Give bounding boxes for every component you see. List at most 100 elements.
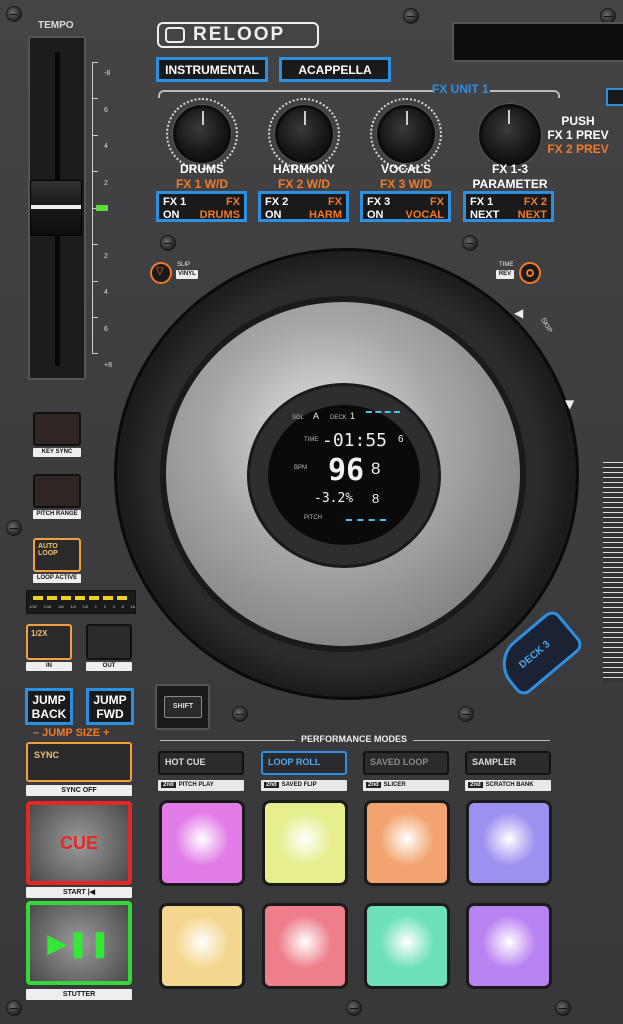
display-a: A: [313, 411, 320, 421]
performance-pad-5[interactable]: [159, 903, 245, 989]
vocals-label: VOCALS: [380, 162, 431, 176]
screw-icon: [346, 1000, 362, 1016]
display-pitch-range: 8: [372, 491, 380, 506]
time-label: TIME: [499, 262, 514, 268]
screw-icon: [6, 6, 22, 22]
key-sync-label: KEY SYNC: [33, 448, 81, 457]
harmony-sublabel: FX 2 W/D: [277, 177, 330, 191]
stutter-label: STUTTER: [26, 989, 132, 1000]
slip-button[interactable]: ▽: [150, 262, 172, 284]
drums-label: DRUMS: [180, 162, 224, 176]
cue-button[interactable]: CUE: [26, 801, 132, 885]
out-label: OUT: [86, 662, 132, 671]
loop-out-button[interactable]: [86, 624, 132, 660]
screw-icon: [6, 1000, 22, 1016]
performance-pad-2[interactable]: [262, 800, 348, 886]
tempo-fader-handle[interactable]: [30, 180, 82, 236]
in-label: IN: [26, 662, 72, 671]
sampler-button[interactable]: SAMPLER: [465, 751, 551, 775]
drums-knob[interactable]: [173, 105, 231, 163]
push-label: PUSH: [561, 114, 595, 128]
skip-arrow-icon: ◀: [514, 306, 524, 320]
performance-pad-6[interactable]: [262, 903, 348, 989]
fx2-on-button[interactable]: FX 2 ON FX HARM: [258, 191, 349, 222]
play-pause-icon: ▶❚❚: [47, 927, 111, 958]
skip-label: SKIP: [538, 316, 553, 335]
jump-back-button[interactable]: JUMP BACK: [25, 688, 73, 725]
fx-bracket-right: [490, 90, 560, 98]
sync-off-label: SYNC OFF: [26, 785, 132, 796]
hot-cue-button[interactable]: HOT CUE: [158, 751, 244, 775]
loop-active-label: LOOP ACTIVE: [33, 574, 81, 583]
display-pitch-value: -3.2%: [314, 491, 354, 506]
performance-pad-8[interactable]: [466, 903, 552, 989]
key-sync-button[interactable]: [33, 412, 81, 446]
pitch-range-button[interactable]: [33, 474, 81, 508]
time-button[interactable]: [519, 262, 541, 284]
fx-unit-label: FX UNIT 1: [432, 82, 489, 96]
hot-cue-sublabel: 2nd PITCH PLAY: [158, 780, 244, 791]
screw-icon: [403, 8, 419, 24]
performance-modes-title: PERFORMANCE MODES: [295, 734, 414, 744]
display-sgl: SGL: [292, 415, 305, 421]
drums-sublabel: FX 1 W/D: [175, 177, 228, 191]
jog-display: SGL A DECK 1 TIME -01:55 6 BPM 96 8 -3.2…: [268, 405, 420, 545]
instrumental-button[interactable]: INSTRUMENTAL: [156, 57, 268, 82]
jump-size-label: – JUMP SIZE +: [33, 727, 110, 739]
display-ring-led-bottom: [346, 513, 386, 521]
fx-next-button[interactable]: FX 1 NEXT FX 2 NEXT: [463, 191, 554, 222]
display-bpm-label: BPM: [294, 465, 308, 471]
loop-roll-button[interactable]: LOOP ROLL: [261, 751, 347, 775]
display-deck-num: 1: [350, 411, 356, 421]
display-deck-label: DECK: [330, 415, 347, 421]
sampler-sublabel: 2nd SCRATCH BANK: [465, 780, 551, 791]
loop-in-button[interactable]: 1/2X: [26, 624, 72, 660]
display-time-label: TIME: [304, 437, 319, 443]
fx1-on-button[interactable]: FX 1 ON FX DRUMS: [156, 191, 247, 222]
slip-label: SLIP: [177, 262, 191, 268]
jog-screen-slot: [452, 22, 623, 62]
fx1-prev-label: FX 1 PREV: [547, 128, 609, 142]
performance-pad-1[interactable]: [159, 800, 245, 886]
edge-button[interactable]: [606, 88, 623, 106]
harmony-knob[interactable]: [275, 105, 333, 163]
performance-pad-4[interactable]: [466, 800, 552, 886]
loop-roll-sublabel: 2nd SAVED FLIP: [261, 780, 347, 791]
jump-fwd-button[interactable]: JUMP FWD: [86, 688, 134, 725]
display-bpm-decimal: 8: [371, 459, 381, 478]
vinyl-label: VINYL: [176, 270, 198, 279]
saved-loop-button[interactable]: SAVED LOOP: [363, 751, 449, 775]
auto-loop-button[interactable]: AUTO LOOP: [33, 538, 81, 572]
display-ring-led: [366, 411, 400, 417]
fx-bracket-left: [158, 90, 434, 98]
performance-pad-7[interactable]: [364, 903, 450, 989]
screw-icon: [458, 706, 474, 722]
vocals-sublabel: FX 3 W/D: [379, 177, 432, 191]
display-time-sub: 6: [398, 434, 404, 445]
tempo-label: TEMPO: [38, 20, 74, 31]
screw-icon: [232, 706, 248, 722]
play-pause-button[interactable]: ▶❚❚: [26, 901, 132, 985]
controller-panel: TEMPO -8 6 4 2 0 2 4 6 +8 RELOOP INSTRUM: [0, 0, 623, 1024]
parameter-knob[interactable]: [479, 104, 541, 166]
screw-icon: [462, 235, 478, 251]
fx2-prev-label: FX 2 PREV: [547, 142, 609, 156]
screw-icon: [6, 520, 22, 536]
display-bpm-value: 96: [328, 453, 365, 488]
performance-pad-3[interactable]: [364, 800, 450, 886]
display-time-value: -01:55: [322, 430, 388, 451]
harmony-label: HARMONY: [273, 162, 335, 176]
shift-button[interactable]: SHIFT: [164, 696, 202, 718]
saved-loop-sublabel: 2nd SLICER: [363, 780, 449, 791]
skip-arrow-icon: ▶: [563, 400, 578, 410]
tempo-scale-labels: -8 6 4 2 0 2 4 6 +8: [104, 70, 112, 369]
pitch-scale-strip: [603, 462, 623, 682]
sync-button[interactable]: SYNC: [26, 742, 132, 782]
rev-label: REV: [496, 270, 514, 279]
screw-icon: [160, 235, 176, 251]
fx3-on-button[interactable]: FX 3 ON FX VOCAL: [360, 191, 451, 222]
vocals-knob[interactable]: [377, 105, 435, 163]
parameter-sublabel: PARAMETER: [472, 177, 548, 191]
parameter-label: FX 1-3: [491, 162, 528, 176]
acappella-button[interactable]: ACAPPELLA: [279, 57, 391, 82]
